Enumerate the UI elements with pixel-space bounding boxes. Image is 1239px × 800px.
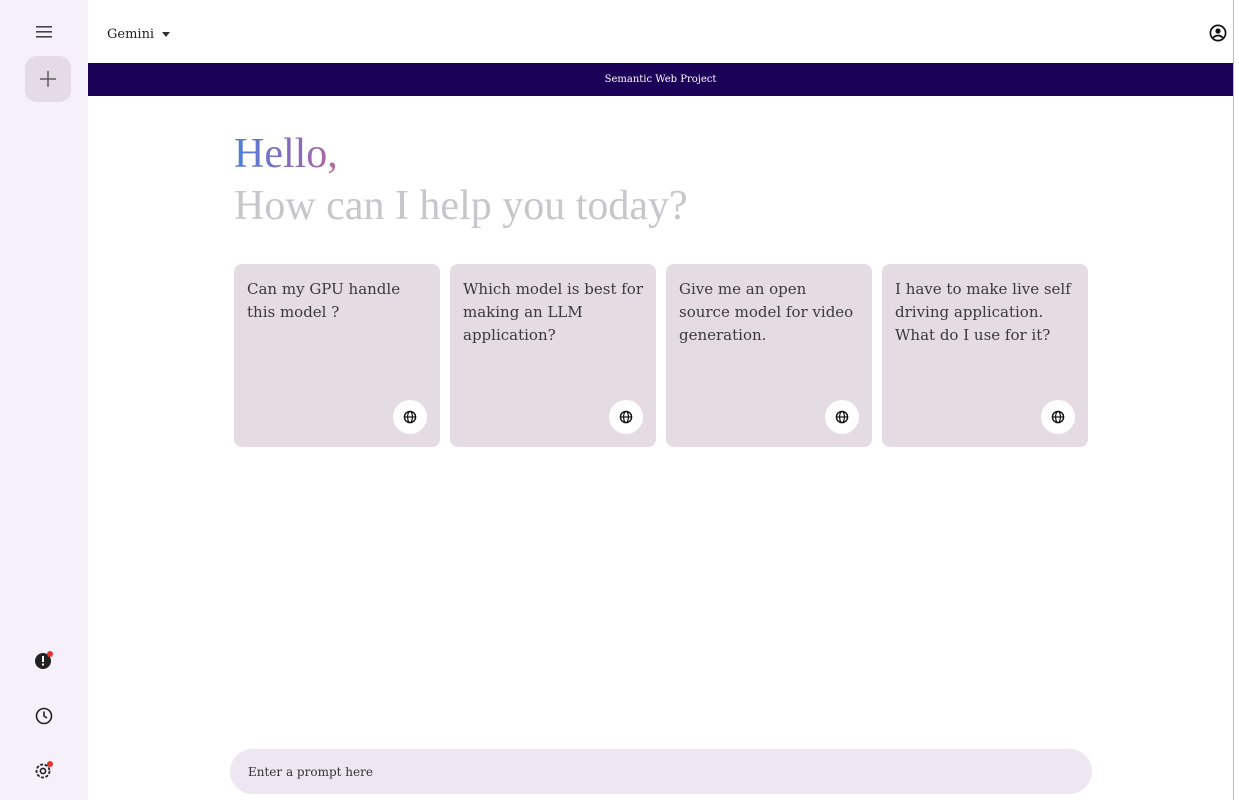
globe-button[interactable] bbox=[825, 400, 859, 434]
globe-icon bbox=[1051, 410, 1065, 424]
alerts-button[interactable] bbox=[26, 642, 62, 678]
suggestion-text: I have to make live self driving applica… bbox=[895, 280, 1071, 344]
banner-title: Semantic Web Project bbox=[604, 74, 717, 85]
settings-icon bbox=[35, 761, 53, 779]
suggestion-card-llm[interactable]: Which model is best for making an LLM ap… bbox=[450, 264, 656, 447]
history-icon bbox=[35, 707, 53, 725]
suggestion-text: Can my GPU handle this model ? bbox=[247, 280, 401, 321]
globe-icon bbox=[835, 410, 849, 424]
suggestion-card-video[interactable]: Give me an open source model for video g… bbox=[666, 264, 872, 447]
model-selector[interactable]: Gemini bbox=[107, 22, 171, 46]
suggestion-cards: Can my GPU handle this model ? Which mod… bbox=[234, 264, 1088, 447]
model-name: Gemini bbox=[107, 26, 155, 42]
globe-button[interactable] bbox=[393, 400, 427, 434]
greeting: Hello, How can I help you today? bbox=[234, 128, 688, 232]
suggestion-text: Which model is best for making an LLM ap… bbox=[463, 280, 643, 344]
menu-button[interactable] bbox=[26, 14, 62, 50]
plus-icon bbox=[40, 71, 56, 87]
caret-down-icon bbox=[162, 31, 171, 37]
new-chat-button[interactable] bbox=[25, 56, 71, 102]
suggestion-card-self-driving[interactable]: I have to make live self driving applica… bbox=[882, 264, 1088, 447]
globe-button[interactable] bbox=[1041, 400, 1075, 434]
prompt-bar bbox=[230, 749, 1092, 794]
page-border bbox=[1233, 0, 1234, 800]
alert-icon bbox=[35, 651, 53, 669]
project-banner: Semantic Web Project bbox=[88, 63, 1233, 96]
account-button[interactable] bbox=[1209, 24, 1227, 42]
greeting-subtitle: How can I help you today? bbox=[234, 183, 688, 229]
greeting-hello: Hello, bbox=[234, 128, 338, 180]
account-circle-icon bbox=[1209, 24, 1227, 42]
globe-icon bbox=[403, 410, 417, 424]
sidebar bbox=[0, 0, 88, 800]
globe-button[interactable] bbox=[609, 400, 643, 434]
prompt-input[interactable] bbox=[248, 764, 1092, 779]
suggestion-card-gpu[interactable]: Can my GPU handle this model ? bbox=[234, 264, 440, 447]
globe-icon bbox=[619, 410, 633, 424]
suggestion-text: Give me an open source model for video g… bbox=[679, 280, 854, 344]
settings-button[interactable] bbox=[26, 752, 62, 788]
menu-icon bbox=[36, 26, 52, 38]
top-bar: Gemini bbox=[88, 0, 1233, 63]
history-button[interactable] bbox=[26, 698, 62, 734]
